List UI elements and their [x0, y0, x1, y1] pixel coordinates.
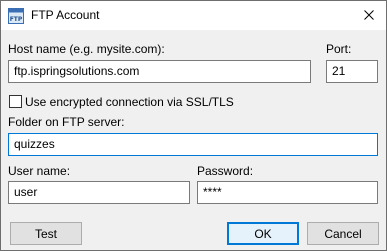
ftp-account-dialog: FTP FTP Account Host name (e.g. mysite.c…: [0, 0, 387, 251]
ok-button[interactable]: OK: [227, 222, 299, 245]
close-button[interactable]: [352, 1, 386, 30]
user-name-label: User name:: [8, 164, 71, 178]
window-title: FTP Account: [31, 8, 100, 22]
host-name-input[interactable]: ftp.ispringsolutions.com: [8, 60, 311, 83]
cancel-button[interactable]: Cancel: [307, 222, 379, 245]
folder-input[interactable]: quizzes: [8, 133, 378, 156]
host-name-label: Host name (e.g. mysite.com):: [8, 42, 165, 56]
user-name-input[interactable]: user: [8, 181, 190, 204]
port-label: Port:: [326, 42, 352, 56]
close-icon: [364, 9, 374, 23]
test-button[interactable]: Test: [10, 222, 82, 245]
title-bar[interactable]: FTP FTP Account: [1, 1, 386, 30]
ftp-icon-text: FTP: [10, 16, 23, 23]
password-input[interactable]: ****: [197, 181, 378, 204]
ftp-icon: FTP: [8, 8, 24, 24]
port-input[interactable]: 21: [326, 60, 378, 83]
password-label: Password:: [197, 164, 254, 178]
ssl-checkbox-label[interactable]: Use encrypted connection via SSL/TLS: [25, 95, 234, 109]
ssl-checkbox[interactable]: [9, 95, 22, 108]
folder-label: Folder on FTP server:: [8, 115, 125, 129]
